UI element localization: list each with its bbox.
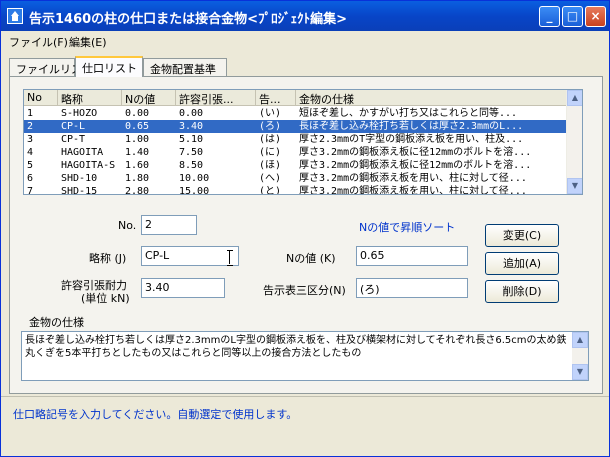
cell-abbr: HAGOITA [61,147,104,158]
cell-allowable: 10.00 [179,173,210,184]
cell-allowable: 0.00 [179,108,204,119]
menu-file[interactable]: ファイル(F) [9,34,68,50]
cell-spec: 厚さ3.2mmの鋼板添え板に径12mmのボルトを溶... [299,147,532,158]
n-value-input[interactable]: 0.65 [356,246,468,266]
abbr-label: 略称 (J) [89,252,127,265]
cell-spec: 短ほぞ差し、かすがい打ち又はこれらと同等... [299,108,518,119]
column-header-spec[interactable]: 金物の仕様 [296,90,568,106]
cell-spec: 厚さ3.2mmの鋼板添え板を用い、柱に対して径... [299,173,527,184]
cell-kokuji: (と) [259,186,282,195]
delete-button[interactable]: 削除(D) [485,280,559,303]
cell-n-value: 0.65 [125,121,150,132]
cell-kokuji: (ろ) [259,121,282,132]
cell-allowable: 3.40 [179,121,204,132]
status-message: 仕口略記号を入力してください。自動選定で使用します。 [13,408,298,421]
kokuji-input[interactable]: (ろ) [356,278,468,298]
column-header-no[interactable]: No [24,90,58,106]
column-header-n-value[interactable]: Nの値 [122,90,176,106]
cell-no: 7 [27,186,34,195]
home-icon [7,8,23,24]
cell-abbr: SHD-10 [61,173,98,184]
cell-kokuji: (ほ) [259,160,282,171]
spec-label: 金物の仕様 [29,316,84,329]
scroll-down-icon[interactable]: ▼ [567,178,582,194]
allowable-input[interactable]: 3.40 [141,278,225,298]
list-header: No 略称 Nの値 許容引張... 告... 金物の仕様 [24,90,568,106]
column-header-allowable[interactable]: 許容引張... [176,90,256,106]
cell-kokuji: (に) [259,147,282,158]
menu-bar: ファイル(F) 編集(E) [1,31,609,51]
cell-abbr: SHD-15 [61,186,98,195]
change-button[interactable]: 変更(C) [485,224,559,247]
list-scrollbar[interactable]: ▲ ▼ [566,90,582,194]
minimize-button[interactable]: _ [539,6,560,27]
cell-n-value: 1.80 [125,173,150,184]
table-row[interactable]: 1 S-HOZO 0.00 0.00 (い) 短ほぞ差し、かすがい打ち又はこれら… [24,107,568,120]
cell-no: 3 [27,134,34,145]
scroll-up-icon[interactable]: ▲ [567,90,582,106]
cell-n-value: 1.40 [125,147,150,158]
column-header-abbr[interactable]: 略称 [58,90,122,106]
abbr-input[interactable]: CP-L [141,246,239,266]
app-window: 告示1460の柱の仕口または接合金物<ﾌﾟﾛｼﾞｪｸﾄ編集> _ □ × ファイ… [0,0,610,457]
spec-textarea[interactable]: 長ほぞ差し込み栓打ち若しくは厚さ2.3mmのL字型の鋼板添え板を、柱及び横架材に… [21,331,589,381]
scroll-down-icon[interactable]: ▼ [572,364,588,380]
cell-allowable: 7.50 [179,147,204,158]
cell-n-value: 1.60 [125,160,150,171]
table-row[interactable]: 7 SHD-15 2.80 15.00 (と) 厚さ3.2mmの鋼板添え板を用い… [24,185,568,195]
add-button[interactable]: 追加(A) [485,252,559,275]
window-title: 告示1460の柱の仕口または接合金物<ﾌﾟﾛｼﾞｪｸﾄ編集> [29,12,347,27]
cell-abbr: S-HOZO [61,108,98,119]
text-cursor-icon [227,250,233,266]
cell-abbr: HAGOITA-S [61,160,116,171]
cell-spec: 厚さ2.3mmのT字型の鋼板添え板を用い、柱及... [299,134,524,145]
status-bar: 仕口略記号を入力してください。自動選定で使用します。 [1,396,609,456]
cell-no: 2 [27,121,34,132]
column-header-kokuji[interactable]: 告... [256,90,296,106]
no-field[interactable]: 2 [141,215,197,235]
cell-abbr: CP-L [61,121,86,132]
tab-hardware-standard[interactable]: 金物配置基準 [143,58,227,76]
allowable-unit-label: (単位 kN) [81,292,130,305]
table-row[interactable]: 6 SHD-10 1.80 10.00 (へ) 厚さ3.2mmの鋼板添え板を用い… [24,172,568,185]
joint-list[interactable]: No 略称 Nの値 許容引張... 告... 金物の仕様 1 S-HOZO 0.… [23,89,583,195]
cell-n-value: 0.00 [125,108,150,119]
kokuji-label: 告示表三区分(N) [263,284,346,297]
cell-no: 6 [27,173,34,184]
spec-text: 長ほぞ差し込み栓打ち若しくは厚さ2.3mmのL字型の鋼板添え板を、柱及び横架材に… [25,335,567,359]
table-row[interactable]: 4 HAGOITA 1.40 7.50 (に) 厚さ3.2mmの鋼板添え板に径1… [24,146,568,159]
cell-n-value: 1.00 [125,134,150,145]
cell-no: 1 [27,108,34,119]
cell-kokuji: (へ) [259,173,282,184]
scroll-up-icon[interactable]: ▲ [572,332,588,348]
cell-kokuji: (い) [259,108,282,119]
tab-joint-list[interactable]: 仕口リスト [75,56,143,77]
title-bar[interactable]: 告示1460の柱の仕口または接合金物<ﾌﾟﾛｼﾞｪｸﾄ編集> _ □ × [1,1,609,31]
n-value-label: Nの値 (K) [286,252,336,265]
cell-spec: 厚さ3.2mmの鋼板添え板を用い、柱に対して径... [299,186,527,195]
cell-no: 5 [27,160,34,171]
cell-spec: 長ほぞ差し込み栓打ち若しくは厚さ2.3mmのL... [299,121,524,132]
cell-spec: 厚さ3.2mmの鋼板添え板に径12mmのボルトを溶... [299,160,532,171]
cell-kokuji: (は) [259,134,282,145]
menu-edit[interactable]: 編集(E) [69,34,107,50]
maximize-button[interactable]: □ [562,6,583,27]
cell-n-value: 2.80 [125,186,150,195]
tab-file-list[interactable]: ファイルリスト [9,58,93,76]
cell-abbr: CP-T [61,134,86,145]
spec-scrollbar[interactable]: ▲ ▼ [572,332,588,380]
cell-allowable: 8.50 [179,160,204,171]
table-row[interactable]: 3 CP-T 1.00 5.10 (は) 厚さ2.3mmのT字型の鋼板添え板を用… [24,133,568,146]
table-row-selected[interactable]: 2 CP-L 0.65 3.40 (ろ) 長ほぞ差し込み栓打ち若しくは厚さ2.3… [24,120,568,133]
no-label: No. [118,219,137,232]
table-row[interactable]: 5 HAGOITA-S 1.60 8.50 (ほ) 厚さ3.2mmの鋼板添え板に… [24,159,568,172]
sort-note: Nの値で昇順ソート [359,221,456,234]
cell-no: 4 [27,147,34,158]
cell-allowable: 15.00 [179,186,210,195]
cell-allowable: 5.10 [179,134,204,145]
close-button[interactable]: × [585,6,606,27]
